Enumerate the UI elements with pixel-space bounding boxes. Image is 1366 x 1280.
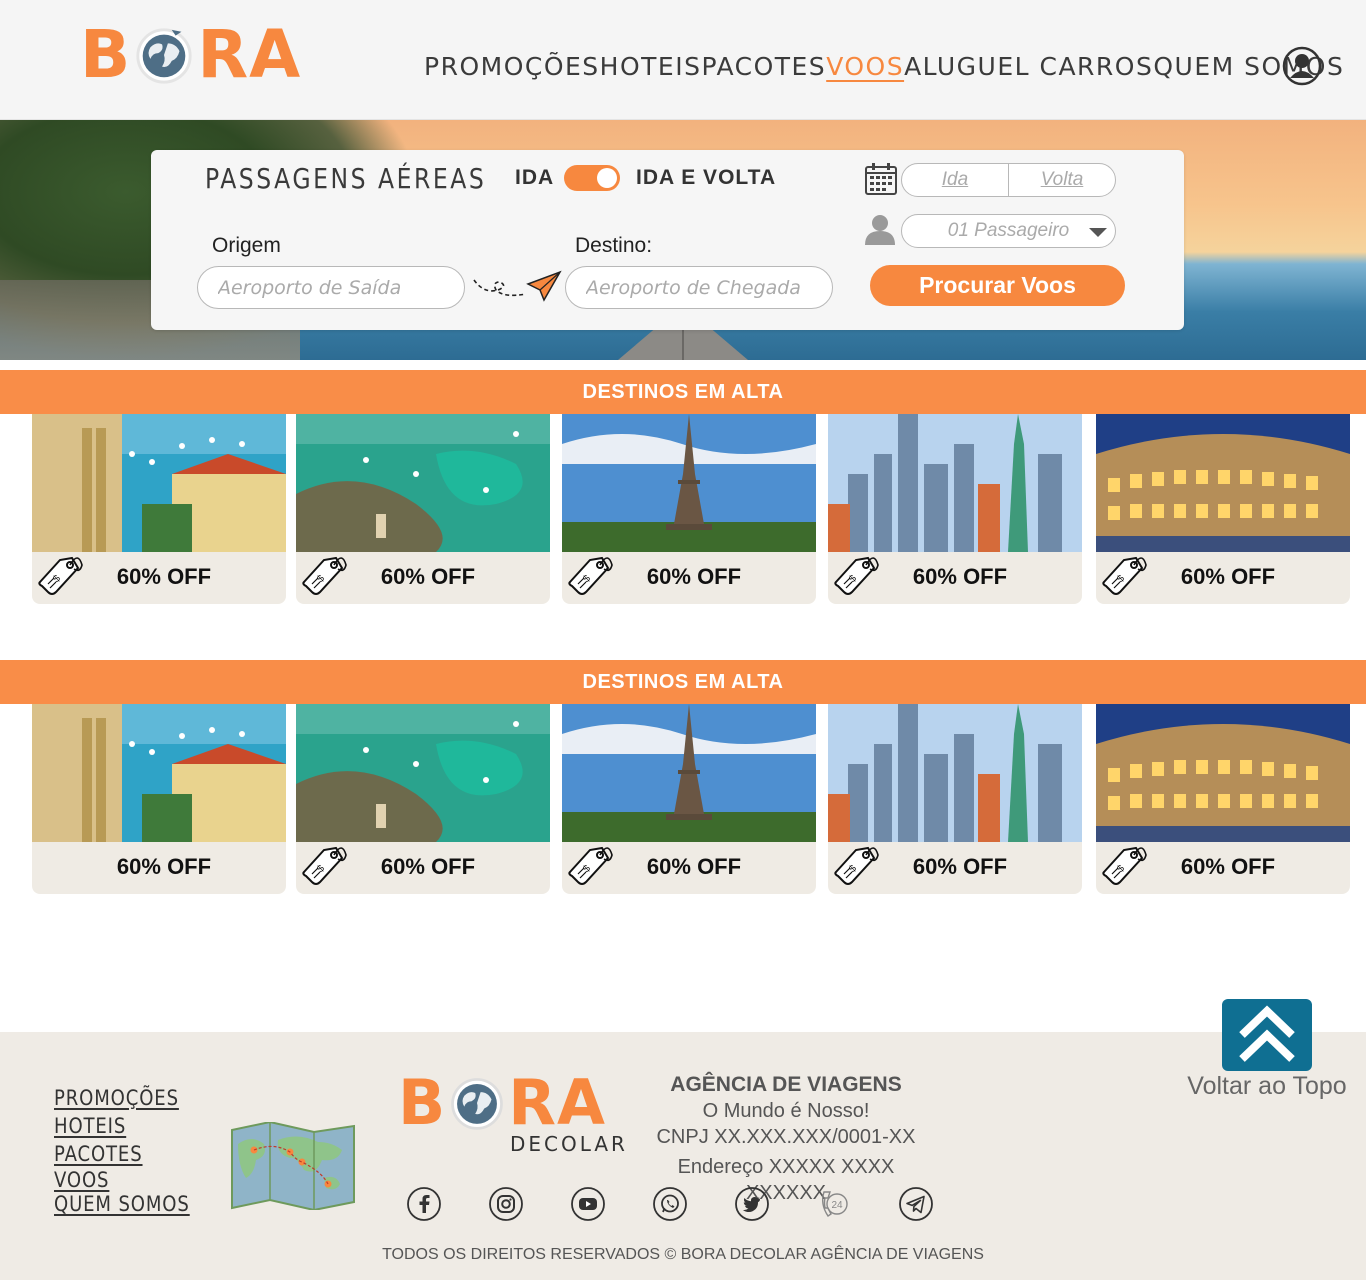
copyright-text: TODOS OS DIREITOS RESERVADOS © BORA DECO… <box>382 1246 984 1263</box>
hero-pier <box>618 326 748 360</box>
footer-link-promocoes[interactable]: PROMOÇÕES <box>54 1084 190 1112</box>
discount-label: 60% OFF <box>646 564 742 589</box>
logo-letter-b: B <box>80 16 132 93</box>
discount-label: 60% OFF <box>1180 564 1276 589</box>
flight-search-card: PASSAGENS AÉREAS IDA IDA E VOLTA Origem … <box>151 150 1184 330</box>
paper-plane-icon <box>473 270 562 302</box>
telegram-icon[interactable] <box>898 1186 934 1222</box>
destination-label: Destino: <box>575 234 653 257</box>
instagram-icon[interactable] <box>488 1186 524 1222</box>
discount-label: 60% OFF <box>912 854 1008 879</box>
footer: PROMOÇÕES HOTEIS PACOTES VOOS QUEM SOMOS… <box>0 1032 1366 1280</box>
destination-image-new-york <box>828 414 1082 552</box>
search-flights-button[interactable]: Procurar Voos <box>870 265 1125 306</box>
destination-card-porto-de-galinhas[interactable]: $60% OFF <box>296 704 550 894</box>
destinations-row-1: $60% OFF $60% OFF $60% OFF $60% OFF $60% OFF <box>32 414 1350 604</box>
section-title-1: DESTINOS EM ALTA <box>0 370 1366 414</box>
facebook-icon[interactable] <box>406 1186 442 1222</box>
page: B RA PROMOÇÕES HOTEIS PACOTES VOOS ALUGU… <box>0 0 1366 1280</box>
phone-24h-icon[interactable]: 24 <box>816 1186 852 1222</box>
destination-card-rome[interactable]: $60% OFF <box>1096 414 1350 604</box>
destination-card-paris[interactable]: $60% OFF <box>562 414 816 604</box>
trip-type-toggle[interactable] <box>564 165 620 191</box>
discount-label: 60% OFF <box>646 854 742 879</box>
whatsapp-icon[interactable] <box>652 1186 688 1222</box>
destination-image-porto-de-galinhas <box>296 414 550 552</box>
logo-letters-ra: RA <box>197 16 302 93</box>
toggle-ida-volta-label: IDA E VOLTA <box>636 166 777 189</box>
footer-nav: PROMOÇÕES HOTEIS PACOTES VOOS QUEM SOMOS <box>54 1084 212 1216</box>
discount-label: 60% OFF <box>380 564 476 589</box>
destination-image-rome <box>1096 704 1350 842</box>
destination-input[interactable] <box>565 266 833 309</box>
twitter-icon[interactable] <box>734 1186 770 1222</box>
destination-card-new-york[interactable]: $60% OFF <box>828 414 1082 604</box>
world-map-icon <box>231 1122 355 1210</box>
destination-image-porto-de-galinhas <box>296 704 550 842</box>
footer-link-hoteis[interactable]: HOTEIS <box>54 1112 190 1140</box>
chevron-down-icon <box>1089 228 1107 237</box>
discount-label: 60% OFF <box>380 854 476 879</box>
footer-brand-logo[interactable]: B RA <box>398 1072 606 1134</box>
footer-globe-icon <box>451 1078 504 1130</box>
origin-input[interactable] <box>197 266 465 309</box>
double-chevron-up-icon <box>1239 1005 1295 1062</box>
destination-image-paris <box>562 704 816 842</box>
user-circle-icon[interactable] <box>1282 46 1322 86</box>
discount-label: 60% OFF <box>1180 854 1276 879</box>
passenger-select[interactable]: 01 Passageiro <box>901 214 1116 248</box>
nav-pacotes[interactable]: PACOTES <box>701 52 826 81</box>
footer-brand-subtitle: DECOLAR <box>510 1132 628 1156</box>
footer-link-voos[interactable]: VOOS <box>54 1168 190 1192</box>
header: B RA PROMOÇÕES HOTEIS PACOTES VOOS ALUGU… <box>0 0 1366 120</box>
origin-label: Origem <box>212 234 281 257</box>
nav-promocoes[interactable]: PROMOÇÕES <box>424 52 600 81</box>
agency-tagline: O Mundo é Nosso! <box>702 1100 870 1122</box>
section-title-2: DESTINOS EM ALTA <box>0 660 1366 704</box>
destination-card-paris[interactable]: $60% OFF <box>562 704 816 894</box>
destination-card-rome[interactable]: $60% OFF <box>1096 704 1350 894</box>
social-links: 24 <box>406 1186 934 1222</box>
passenger-value: 01 Passageiro <box>947 220 1070 241</box>
discount-label: 60% OFF <box>116 564 212 589</box>
date-volta[interactable]: Volta <box>1008 164 1115 196</box>
destination-image-paris <box>562 414 816 552</box>
nav-aluguel-carros[interactable]: ALUGUEL CARROS <box>904 52 1153 81</box>
search-title: PASSAGENS AÉREAS <box>205 162 487 195</box>
destination-image-new-york <box>828 704 1082 842</box>
calendar-icon <box>865 163 897 195</box>
passenger-icon <box>865 215 895 245</box>
main-nav: PROMOÇÕES HOTEIS PACOTES VOOS ALUGUEL CA… <box>424 52 1343 81</box>
date-range-picker: Ida Volta <box>901 163 1116 197</box>
footer-logo-letter-b: B <box>398 1066 447 1139</box>
nav-hoteis[interactable]: HOTEIS <box>600 52 702 81</box>
nav-voos[interactable]: VOOS <box>826 52 904 81</box>
brand-logo[interactable]: B RA <box>80 22 301 88</box>
back-to-top-button[interactable] <box>1222 999 1312 1071</box>
footer-link-pacotes[interactable]: PACOTES <box>54 1140 190 1168</box>
youtube-icon[interactable] <box>570 1186 606 1222</box>
date-ida[interactable]: Ida <box>902 164 1008 196</box>
toggle-ida-label: IDA <box>515 166 555 189</box>
destination-card-salvador[interactable]: 60% OFF <box>32 704 286 894</box>
destination-card-porto-de-galinhas[interactable]: $60% OFF <box>296 414 550 604</box>
discount-label: 60% OFF <box>116 854 212 879</box>
destination-image-salvador <box>32 414 286 552</box>
destination-card-salvador[interactable]: $60% OFF <box>32 414 286 604</box>
destination-card-new-york[interactable]: $60% OFF <box>828 704 1082 894</box>
toggle-knob <box>597 168 617 188</box>
discount-label: 60% OFF <box>912 564 1008 589</box>
footer-logo-letters-ra: RA <box>508 1066 606 1139</box>
back-to-top-label[interactable]: Voltar ao Topo <box>1180 1072 1354 1101</box>
agency-cnpj: CNPJ XX.XXX.XXX/0001-XX <box>656 1126 916 1148</box>
destinations-row-2: 60% OFF $60% OFF $60% OFF $60% OFF $60% OFF <box>32 704 1350 894</box>
footer-link-quem-somos[interactable]: QUEM SOMOS <box>54 1192 190 1216</box>
destination-image-rome <box>1096 414 1350 552</box>
svg-text:24: 24 <box>831 1200 843 1211</box>
agency-title: AGÊNCIA DE VIAGENS <box>670 1073 902 1096</box>
globe-icon <box>136 28 192 84</box>
destination-image-salvador <box>32 704 286 842</box>
